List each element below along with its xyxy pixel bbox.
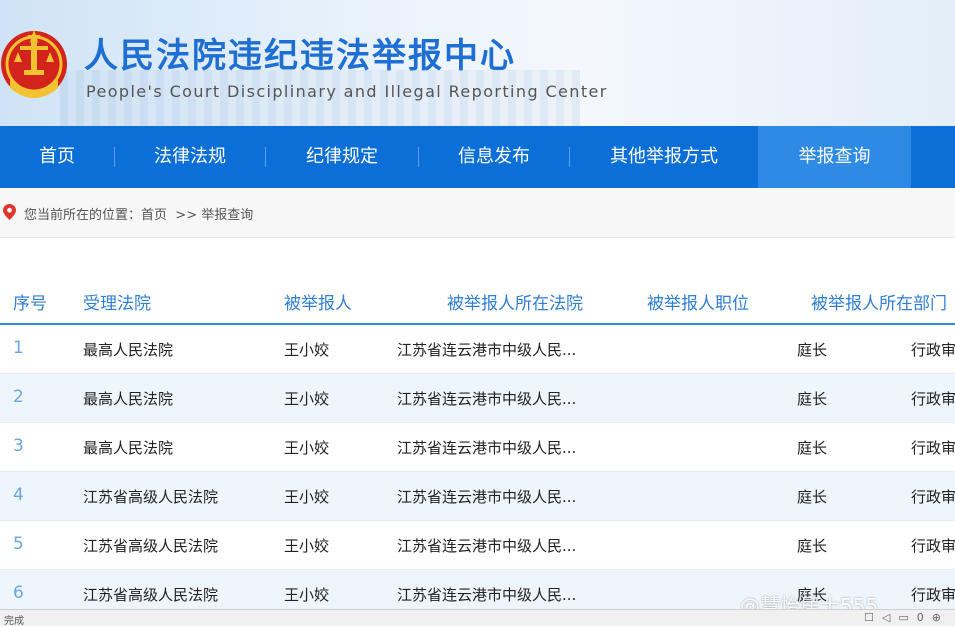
cell-reported-court: 江苏省连云港市中级人民...	[397, 586, 577, 604]
cell-position: 庭长	[797, 439, 828, 457]
col-header-reported-position: 被举报人职位	[647, 294, 749, 314]
cell-reported-court: 江苏省连云港市中级人民...	[397, 537, 577, 555]
cell-reported-person: 王小姣	[284, 537, 330, 555]
cell-reported-court: 江苏省连云港市中级人民...	[397, 439, 577, 457]
breadcrumb-prefix: 您当前所在的位置：	[24, 208, 142, 223]
cell-reported-person: 王小姣	[284, 439, 330, 457]
breadcrumb: 您当前所在的位置：首页 >> 举报查询	[0, 188, 955, 238]
cell-department: 行政审	[911, 390, 955, 408]
cell-accepting-court: 江苏省高级人民法院	[83, 537, 219, 555]
zoom-icon[interactable]: ⊕	[932, 611, 949, 624]
cell-accepting-court: 最高人民法院	[83, 341, 174, 359]
cell-accepting-court: 江苏省高级人民法院	[83, 586, 219, 604]
cell-index: 2	[13, 387, 24, 407]
col-header-reported-person: 被举报人	[284, 294, 352, 314]
table-row[interactable]: 5 江苏省高级人民法院 王小姣 江苏省连云港市中级人民... 庭长 行政审	[0, 521, 955, 570]
table-header: 序号 受理法院 被举报人 被举报人所在法院 被举报人职位 被举报人所在部门	[0, 281, 955, 325]
cell-position: 庭长	[797, 341, 828, 359]
cell-reported-court: 江苏省连云港市中级人民...	[397, 488, 577, 506]
cell-department: 行政审	[911, 439, 955, 457]
site-subtitle: People's Court Disciplinary and Illegal …	[86, 82, 608, 101]
cell-department: 行政审	[911, 488, 955, 506]
court-emblem-icon	[1, 30, 67, 98]
nav-item-report-query[interactable]: 举报查询	[758, 126, 911, 188]
cell-index: 3	[13, 436, 24, 456]
table-row[interactable]: 1 最高人民法院 王小姣 江苏省连云港市中级人民... 庭长 行政审	[0, 325, 955, 374]
status-icons: ☐◁▭0⊕	[864, 611, 949, 624]
table-row[interactable]: 2 最高人民法院 王小姣 江苏省连云港市中级人民... 庭长 行政审	[0, 374, 955, 423]
nav-item-laws[interactable]: 法律法规	[115, 126, 265, 188]
cell-reported-person: 王小姣	[284, 390, 330, 408]
cell-index: 4	[13, 485, 24, 505]
col-header-reported-court: 被举报人所在法院	[447, 294, 583, 314]
col-header-accepting-court: 受理法院	[83, 294, 151, 314]
report-query-table: 序号 受理法院 被举报人 被举报人所在法院 被举报人职位 被举报人所在部门 1 …	[0, 281, 955, 619]
site-title: 人民法院违纪违法举报中心	[84, 36, 516, 76]
cell-reported-person: 王小姣	[284, 586, 330, 604]
shield-icon[interactable]: ☐	[864, 611, 882, 624]
main-nav: 首页 法律法规 纪律规定 信息发布 其他举报方式 举报查询	[0, 126, 955, 188]
location-pin-icon	[3, 204, 16, 220]
cell-index: 6	[13, 583, 24, 603]
cell-accepting-court: 最高人民法院	[83, 439, 174, 457]
table-row[interactable]: 3 最高人民法院 王小姣 江苏省连云港市中级人民... 庭长 行政审	[0, 423, 955, 472]
cell-position: 庭长	[797, 488, 828, 506]
cell-accepting-court: 最高人民法院	[83, 390, 174, 408]
cell-position: 庭长	[797, 537, 828, 555]
cell-reported-person: 王小姣	[284, 488, 330, 506]
col-header-index: 序号	[13, 294, 47, 314]
cell-position: 庭长	[797, 390, 828, 408]
cell-reported-person: 王小姣	[284, 341, 330, 359]
cell-accepting-court: 江苏省高级人民法院	[83, 488, 219, 506]
print-icon[interactable]: ▭	[898, 611, 916, 624]
cell-department: 行政审	[911, 586, 955, 604]
nav-item-news[interactable]: 信息发布	[419, 126, 569, 188]
cell-index: 1	[13, 338, 24, 358]
cell-department: 行政审	[911, 341, 955, 359]
nav-item-home[interactable]: 首页	[0, 126, 114, 188]
site-header: 人民法院违纪违法举报中心 People's Court Disciplinary…	[0, 0, 955, 126]
browser-status-bar: 完成 ☐◁▭0⊕	[0, 609, 955, 627]
cell-reported-court: 江苏省连云港市中级人民...	[397, 341, 577, 359]
cell-index: 5	[13, 534, 24, 554]
cell-reported-court: 江苏省连云港市中级人民...	[397, 390, 577, 408]
breadcrumb-separator: >>	[175, 208, 198, 223]
table-row[interactable]: 4 江苏省高级人民法院 王小姣 江苏省连云港市中级人民... 庭长 行政审	[0, 472, 955, 521]
sound-icon[interactable]: ◁	[882, 611, 898, 624]
col-header-reported-department: 被举报人所在部门	[811, 294, 947, 314]
cell-department: 行政审	[911, 537, 955, 555]
breadcrumb-current: 举报查询	[201, 208, 254, 223]
nav-item-other-methods[interactable]: 其他举报方式	[570, 126, 758, 188]
nav-item-discipline[interactable]: 纪律规定	[266, 126, 418, 188]
breadcrumb-home-link[interactable]: 首页	[141, 208, 167, 223]
zoom-count: 0	[916, 611, 932, 624]
